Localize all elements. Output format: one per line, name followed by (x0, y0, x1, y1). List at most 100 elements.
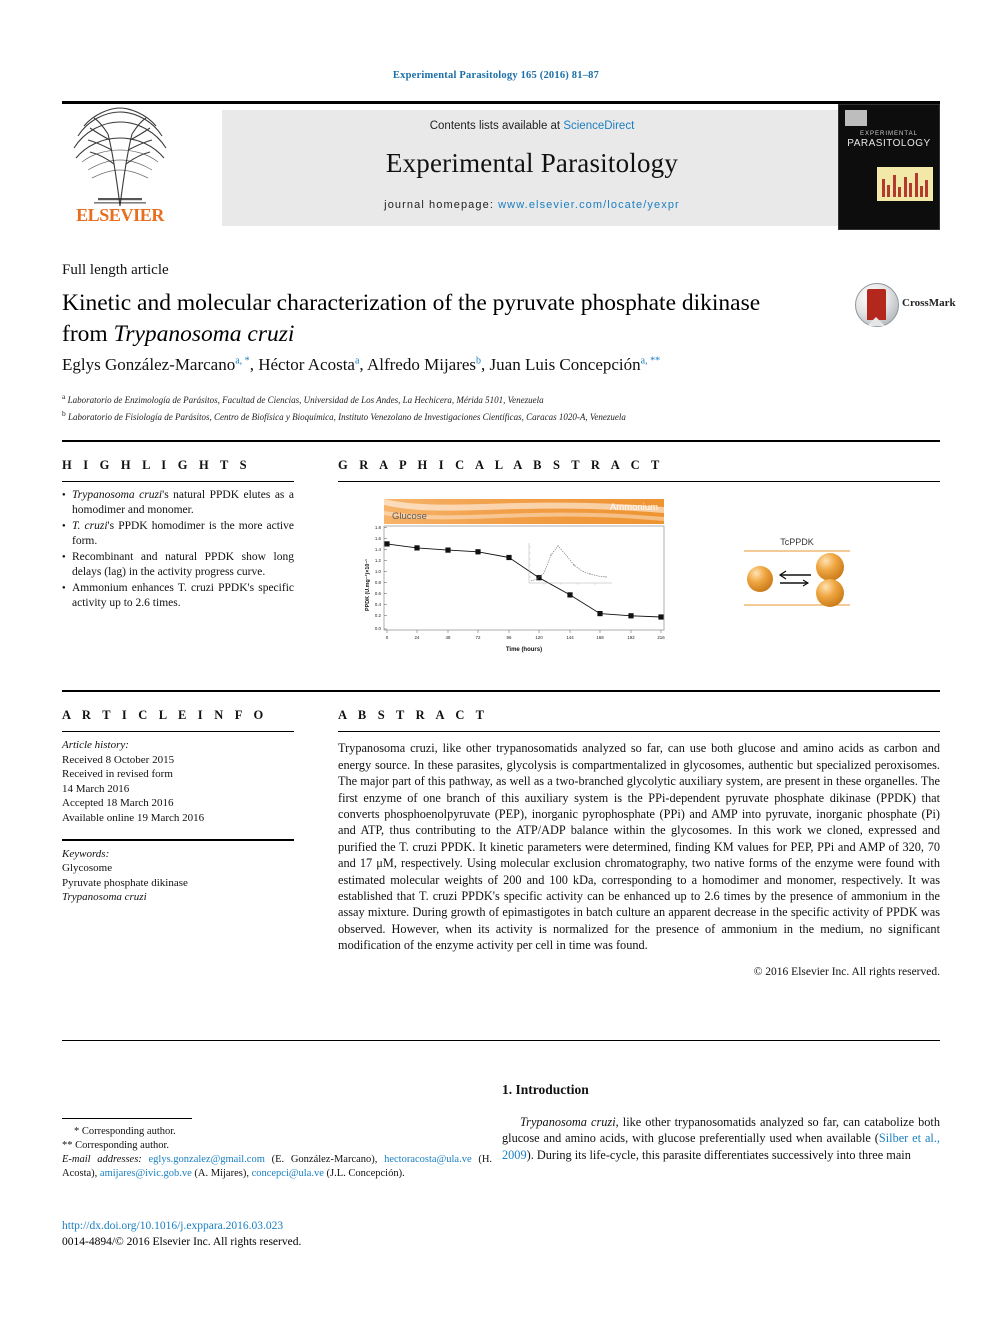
svg-text:0.6: 0.6 (375, 591, 382, 596)
history-item: Available online 19 March 2016 (62, 811, 205, 824)
svg-text:TcPPDK: TcPPDK (780, 537, 814, 547)
abstract-copyright: © 2016 Elsevier Inc. All rights reserved… (753, 965, 940, 978)
highlight-italic-1: T. cruzi (72, 520, 108, 533)
journal-title: Experimental Parasitology (385, 148, 679, 178)
svg-text:0.8: 0.8 (375, 580, 382, 585)
journal-banner: Contents lists available at ScienceDirec… (222, 110, 842, 226)
svg-text:120: 120 (535, 635, 543, 640)
affiliation-row: a Laboratorio de Enzimología de Parásito… (62, 390, 882, 407)
corresponding-author-2: ** Corresponding author. (62, 1140, 170, 1151)
introduction-heading: 1. Introduction (502, 1082, 589, 1097)
svg-text:192: 192 (627, 635, 635, 640)
author-sup-0: a, * (235, 355, 250, 367)
graphical-abstract-svg: Glucose Ammonium 1.8 1.6 1.4 1.2 1.0 0.8… (356, 493, 926, 661)
svg-text:Time (hours): Time (hours) (506, 647, 542, 653)
svg-text:PPDK (U.mg⁻¹)×10⁻¹: PPDK (U.mg⁻¹)×10⁻¹ (365, 559, 371, 611)
running-head: Experimental Parasitology 165 (2016) 81–… (392, 70, 600, 81)
highlight-text-2: Recombinant and natural PPDK show long d… (72, 551, 294, 578)
section-divider-middle (62, 690, 940, 692)
svg-text:216: 216 (657, 635, 665, 640)
email-link-2[interactable]: amijares@ivic.gob.ve (100, 1168, 192, 1179)
journal-cover-thumbnail: EXPERIMENTAL PARASITOLOGY (838, 104, 940, 230)
graphical-abstract-rule (338, 481, 940, 483)
svg-text:24: 24 (415, 635, 420, 640)
cover-title-line2: PARASITOLOGY (847, 138, 931, 149)
homepage-label: journal homepage: (384, 199, 494, 211)
homepage-url[interactable]: www.elsevier.com/locate/yexpr (498, 199, 680, 211)
sciencedirect-link[interactable]: ScienceDirect (563, 120, 634, 132)
email-link-3[interactable]: concepci@ula.ve (252, 1168, 324, 1179)
svg-text:Ammonium: Ammonium (610, 502, 658, 513)
section-divider-top (62, 440, 940, 442)
keyword-item: Trypanosoma cruzi (62, 891, 147, 904)
crossmark-circle-icon (855, 283, 899, 327)
svg-text:0.2: 0.2 (375, 613, 382, 618)
keyword-item: Glycosome (62, 862, 113, 875)
author-sup-1: a (354, 355, 360, 367)
email-link-1[interactable]: hectoracosta@ula.ve (384, 1154, 472, 1165)
footer-block: http://dx.doi.org/10.1016/j.exppara.2016… (62, 1218, 492, 1250)
email-link-0[interactable]: eglys.gonzalez@gmail.com (149, 1154, 265, 1165)
history-item: Received in revised form (62, 768, 173, 781)
crossmark-badge[interactable]: CrossMark (855, 283, 956, 327)
svg-text:1.4: 1.4 (375, 547, 382, 552)
tcppdk-diagram: TcPPDK (744, 537, 850, 607)
article-history: Article history: Received 8 October 2015… (62, 738, 294, 825)
doi-link[interactable]: http://dx.doi.org/10.1016/j.exppara.2016… (62, 1218, 492, 1234)
history-item: Received 8 October 2015 (62, 753, 175, 766)
introduction-body: Trypanosoma cruzi, like other trypanosom… (502, 1114, 940, 1163)
keyword-item: Pyruvate phosphate dikinase (62, 876, 188, 889)
contents-available-line: Contents lists available at ScienceDirec… (222, 110, 842, 132)
highlight-text-3: Ammonium enhances T. cruzi PPDK's specif… (72, 582, 294, 609)
author-list: Eglys González-Marcanoa, *, Héctor Acost… (62, 355, 661, 374)
email-owner-0: (E. González-Marcano), (271, 1154, 378, 1165)
email-addresses: E-mail addresses: eglys.gonzalez@gmail.c… (62, 1153, 492, 1181)
svg-text:1.6: 1.6 (375, 536, 382, 541)
graphical-abstract-figure: Glucose Ammonium 1.8 1.6 1.4 1.2 1.0 0.8… (338, 487, 940, 667)
elsevier-wordmark: ELSEVIER (76, 205, 164, 225)
highlights-section: H I G H L I G H T S Trypanosoma cruzi's … (62, 458, 294, 612)
affiliation-row: b Laboratorio de Fisiología de Parásitos… (62, 407, 882, 424)
article-info-heading: A R T I C L E I N F O (62, 708, 268, 722)
keywords-label: Keywords: (62, 847, 110, 860)
svg-text:144: 144 (566, 635, 574, 640)
svg-text:1.0: 1.0 (375, 569, 382, 574)
crossmark-label: CrossMark (902, 297, 956, 309)
article-info-rule (62, 731, 294, 733)
corresponding-author-1: * Corresponding author. (74, 1126, 176, 1137)
highlight-italic-0: Trypanosoma cruzi (72, 489, 163, 502)
svg-text:1.2: 1.2 (375, 558, 382, 563)
history-label: Article history: (62, 739, 129, 752)
footnote-rule (62, 1118, 192, 1119)
svg-text:0.0: 0.0 (375, 626, 382, 631)
highlights-list: Trypanosoma cruzi's natural PPDK elutes … (62, 488, 294, 610)
affiliation-text-a: Laboratorio de Enzimología de Parásitos,… (67, 395, 544, 405)
author-sup-2: b (476, 355, 482, 367)
abstract-heading: A B S T R A C T (338, 708, 489, 722)
author-sup-3: a, ** (640, 355, 661, 367)
cover-logo-icon (845, 110, 867, 126)
chart-inset (528, 543, 612, 585)
highlights-rule (62, 481, 294, 483)
highlights-heading: H I G H L I G H T S (62, 458, 251, 472)
affiliation-marker-a: a (62, 392, 66, 401)
email-label: E-mail addresses: (62, 1154, 142, 1165)
section-divider-bottom (62, 1040, 940, 1042)
cover-chart-graphic (877, 167, 933, 201)
journal-masthead: ELSEVIER Contents lists available at Sci… (62, 104, 940, 230)
highlight-item: Recombinant and natural PPDK show long d… (62, 550, 294, 579)
paper-page: Experimental Parasitology 165 (2016) 81–… (0, 0, 992, 1323)
keywords-block: Keywords: Glycosome Pyruvate phosphate d… (62, 847, 294, 905)
affiliation-text-b: Laboratorio de Fisiología de Parásitos, … (68, 412, 626, 422)
history-item: 14 March 2016 (62, 782, 130, 795)
title-line-1: Kinetic and molecular characterization o… (62, 290, 676, 316)
history-item: Accepted 18 March 2016 (62, 797, 174, 810)
article-title: Kinetic and molecular characterization o… (62, 288, 762, 350)
svg-text:0.4: 0.4 (375, 602, 382, 607)
svg-text:72: 72 (476, 635, 481, 640)
intro-text-2: ). During its life-cycle, this parasite … (526, 1147, 911, 1162)
issn-copyright: 0014-4894/© 2016 Elsevier Inc. All right… (62, 1236, 302, 1248)
footnotes-block: * Corresponding author. ** Corresponding… (62, 1125, 492, 1181)
svg-text:Glucose: Glucose (392, 511, 427, 522)
svg-text:0: 0 (386, 635, 389, 640)
